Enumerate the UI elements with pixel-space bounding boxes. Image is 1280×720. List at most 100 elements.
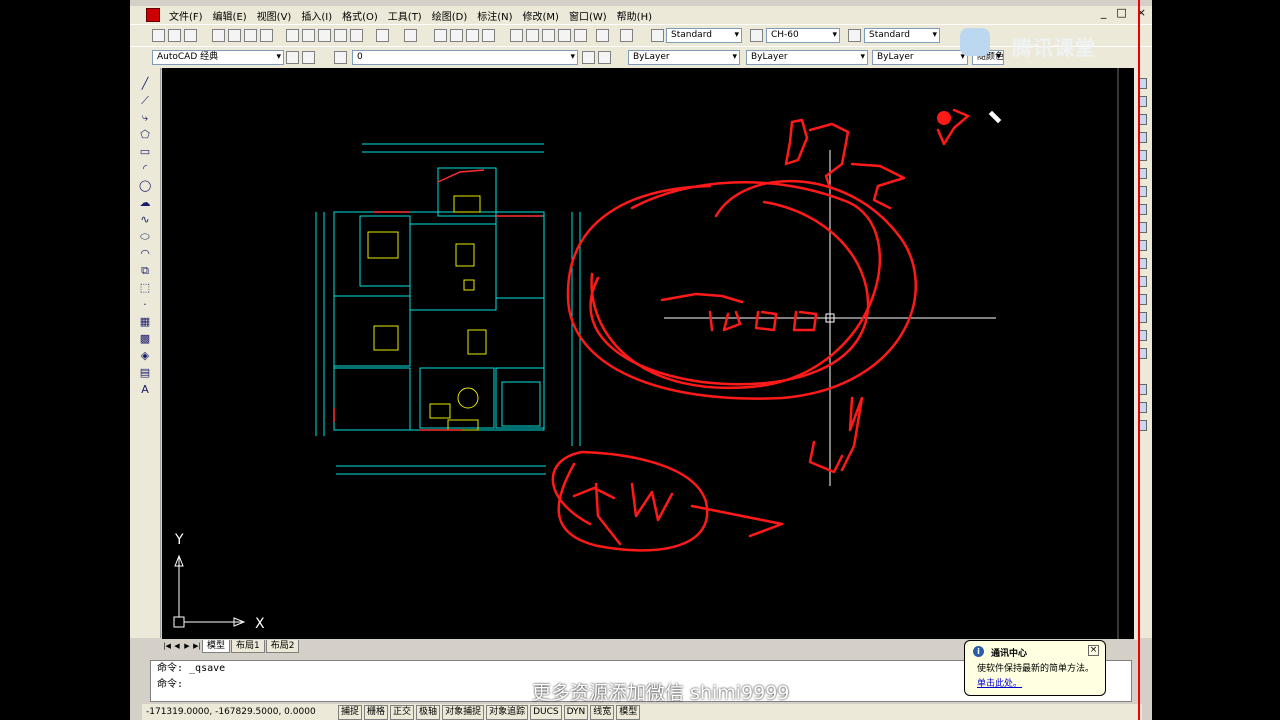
- linetype-select[interactable]: ByLayer: [746, 50, 868, 65]
- first-tab-icon[interactable]: |◀: [162, 641, 172, 651]
- minimize-button[interactable]: _: [1101, 6, 1107, 19]
- gradient-icon[interactable]: ▩: [139, 333, 151, 345]
- match-properties-icon[interactable]: [334, 29, 347, 42]
- workspace-select[interactable]: AutoCAD 经典: [152, 50, 284, 65]
- tencent-classroom-logo: 腾讯课堂: [960, 28, 1120, 64]
- publish-icon[interactable]: [244, 29, 257, 42]
- table-style-select[interactable]: Standard: [864, 28, 940, 43]
- drawing-canvas[interactable]: Y X: [162, 68, 1134, 640]
- open-icon[interactable]: [168, 29, 181, 42]
- undo-icon[interactable]: [376, 29, 389, 42]
- red-annotations: [551, 108, 970, 552]
- circle-icon[interactable]: ◯: [139, 180, 151, 192]
- rectangle-icon[interactable]: ▭: [139, 146, 151, 158]
- maximize-button[interactable]: □: [1116, 6, 1126, 19]
- tool-palettes-icon[interactable]: [542, 29, 555, 42]
- menu-draw[interactable]: 绘图(D): [427, 8, 473, 23]
- workspace-save-icon[interactable]: [302, 51, 315, 64]
- layer-previous-icon[interactable]: [598, 51, 611, 64]
- balloon-close-button[interactable]: ×: [1088, 645, 1099, 656]
- text-style-icon: [651, 29, 664, 42]
- menu-file[interactable]: 文件(F): [164, 8, 208, 23]
- menu-tools[interactable]: 工具(T): [383, 8, 427, 23]
- laser-pointer-dot: [937, 111, 951, 125]
- lineweight-toggle[interactable]: 线宽: [590, 704, 615, 720]
- point-icon[interactable]: ·: [139, 299, 151, 311]
- menu-modify[interactable]: 修改(M): [518, 8, 564, 23]
- dyn-toggle[interactable]: DYN: [563, 704, 589, 720]
- ellipse-arc-icon[interactable]: ◠: [139, 248, 151, 260]
- block-editor-icon[interactable]: [350, 29, 363, 42]
- model-toggle[interactable]: 模型: [616, 704, 641, 720]
- hatch-icon[interactable]: ▦: [139, 316, 151, 328]
- snap-toggle[interactable]: 捕捉: [338, 704, 363, 720]
- polyline-icon[interactable]: ⤷: [139, 112, 151, 124]
- spline-icon[interactable]: ∿: [139, 214, 151, 226]
- tab-layout1[interactable]: 布局1: [231, 639, 265, 653]
- polygon-icon[interactable]: ⬠: [139, 129, 151, 141]
- ortho-toggle[interactable]: 正交: [390, 704, 415, 720]
- plot-icon[interactable]: [212, 29, 225, 42]
- tab-model[interactable]: 模型: [202, 639, 231, 653]
- pan-icon[interactable]: [434, 29, 447, 42]
- redo-icon[interactable]: [404, 29, 417, 42]
- menu-window[interactable]: 窗口(W): [564, 8, 612, 23]
- menu-insert[interactable]: 插入(I): [296, 8, 337, 23]
- 3d-dwf-icon[interactable]: [260, 29, 273, 42]
- layer-manager-icon[interactable]: [334, 51, 347, 64]
- text-style-select[interactable]: Standard: [666, 28, 742, 43]
- dim-style-select[interactable]: CH-60: [766, 28, 840, 43]
- copy-icon[interactable]: [302, 29, 315, 42]
- construction-line-icon[interactable]: ⟋: [139, 95, 151, 107]
- make-current-layer-icon[interactable]: [582, 51, 595, 64]
- preview-icon[interactable]: [228, 29, 241, 42]
- revision-cloud-icon[interactable]: ☁: [139, 197, 151, 209]
- last-tab-icon[interactable]: ▶|: [192, 641, 202, 651]
- coordinates-readout: -171319.0000, -167829.5000, 0.0000: [146, 707, 316, 717]
- menu-edit[interactable]: 编辑(E): [208, 8, 252, 23]
- calculator-icon[interactable]: [596, 29, 609, 42]
- grid-toggle[interactable]: 栅格: [364, 704, 389, 720]
- make-block-icon[interactable]: ⬚: [139, 282, 151, 294]
- new-icon[interactable]: [152, 29, 165, 42]
- brand-text: 腾讯课堂: [1012, 36, 1096, 60]
- zoom-window-icon[interactable]: [466, 29, 479, 42]
- prev-tab-icon[interactable]: ◀: [172, 641, 182, 651]
- ellipse-icon[interactable]: ⬭: [139, 231, 151, 243]
- line-icon[interactable]: ╱: [139, 78, 151, 90]
- menu-view[interactable]: 视图(V): [252, 8, 297, 23]
- design-center-icon[interactable]: [526, 29, 539, 42]
- mtext-icon[interactable]: A: [139, 384, 151, 396]
- paste-icon[interactable]: [318, 29, 331, 42]
- table-icon[interactable]: ▤: [139, 367, 151, 379]
- sheet-set-icon[interactable]: [558, 29, 571, 42]
- lineweight-select[interactable]: ByLayer: [872, 50, 968, 65]
- red-border-line: [1138, 0, 1140, 720]
- layer-select[interactable]: 0: [352, 50, 578, 65]
- otrack-toggle[interactable]: 对象追踪: [486, 704, 529, 720]
- markup-icon[interactable]: [574, 29, 587, 42]
- color-select[interactable]: ByLayer: [628, 50, 740, 65]
- dim-style-icon: [750, 29, 763, 42]
- insert-block-icon[interactable]: ⧉: [139, 265, 151, 277]
- next-tab-icon[interactable]: ▶: [182, 641, 192, 651]
- menu-format[interactable]: 格式(O): [337, 8, 383, 23]
- save-icon[interactable]: [184, 29, 197, 42]
- arc-icon[interactable]: ◜: [139, 163, 151, 175]
- menu-dimension[interactable]: 标注(N): [472, 8, 517, 23]
- properties-icon[interactable]: [510, 29, 523, 42]
- balloon-link[interactable]: 单击此处。: [977, 676, 1022, 689]
- tab-layout2[interactable]: 布局2: [265, 639, 300, 653]
- polar-toggle[interactable]: 极轴: [416, 704, 441, 720]
- zoom-realtime-icon[interactable]: [450, 29, 463, 42]
- status-bar: -171319.0000, -167829.5000, 0.0000 捕捉 栅格…: [142, 704, 1142, 720]
- ducs-toggle[interactable]: DUCS: [530, 704, 562, 720]
- cut-icon[interactable]: [286, 29, 299, 42]
- menu-help[interactable]: 帮助(H): [612, 8, 657, 23]
- ucs-icon: [173, 554, 246, 628]
- help-icon[interactable]: [620, 29, 633, 42]
- osnap-toggle[interactable]: 对象捕捉: [442, 704, 485, 720]
- workspace-settings-icon[interactable]: [286, 51, 299, 64]
- region-icon[interactable]: ◈: [139, 350, 151, 362]
- zoom-previous-icon[interactable]: [482, 29, 495, 42]
